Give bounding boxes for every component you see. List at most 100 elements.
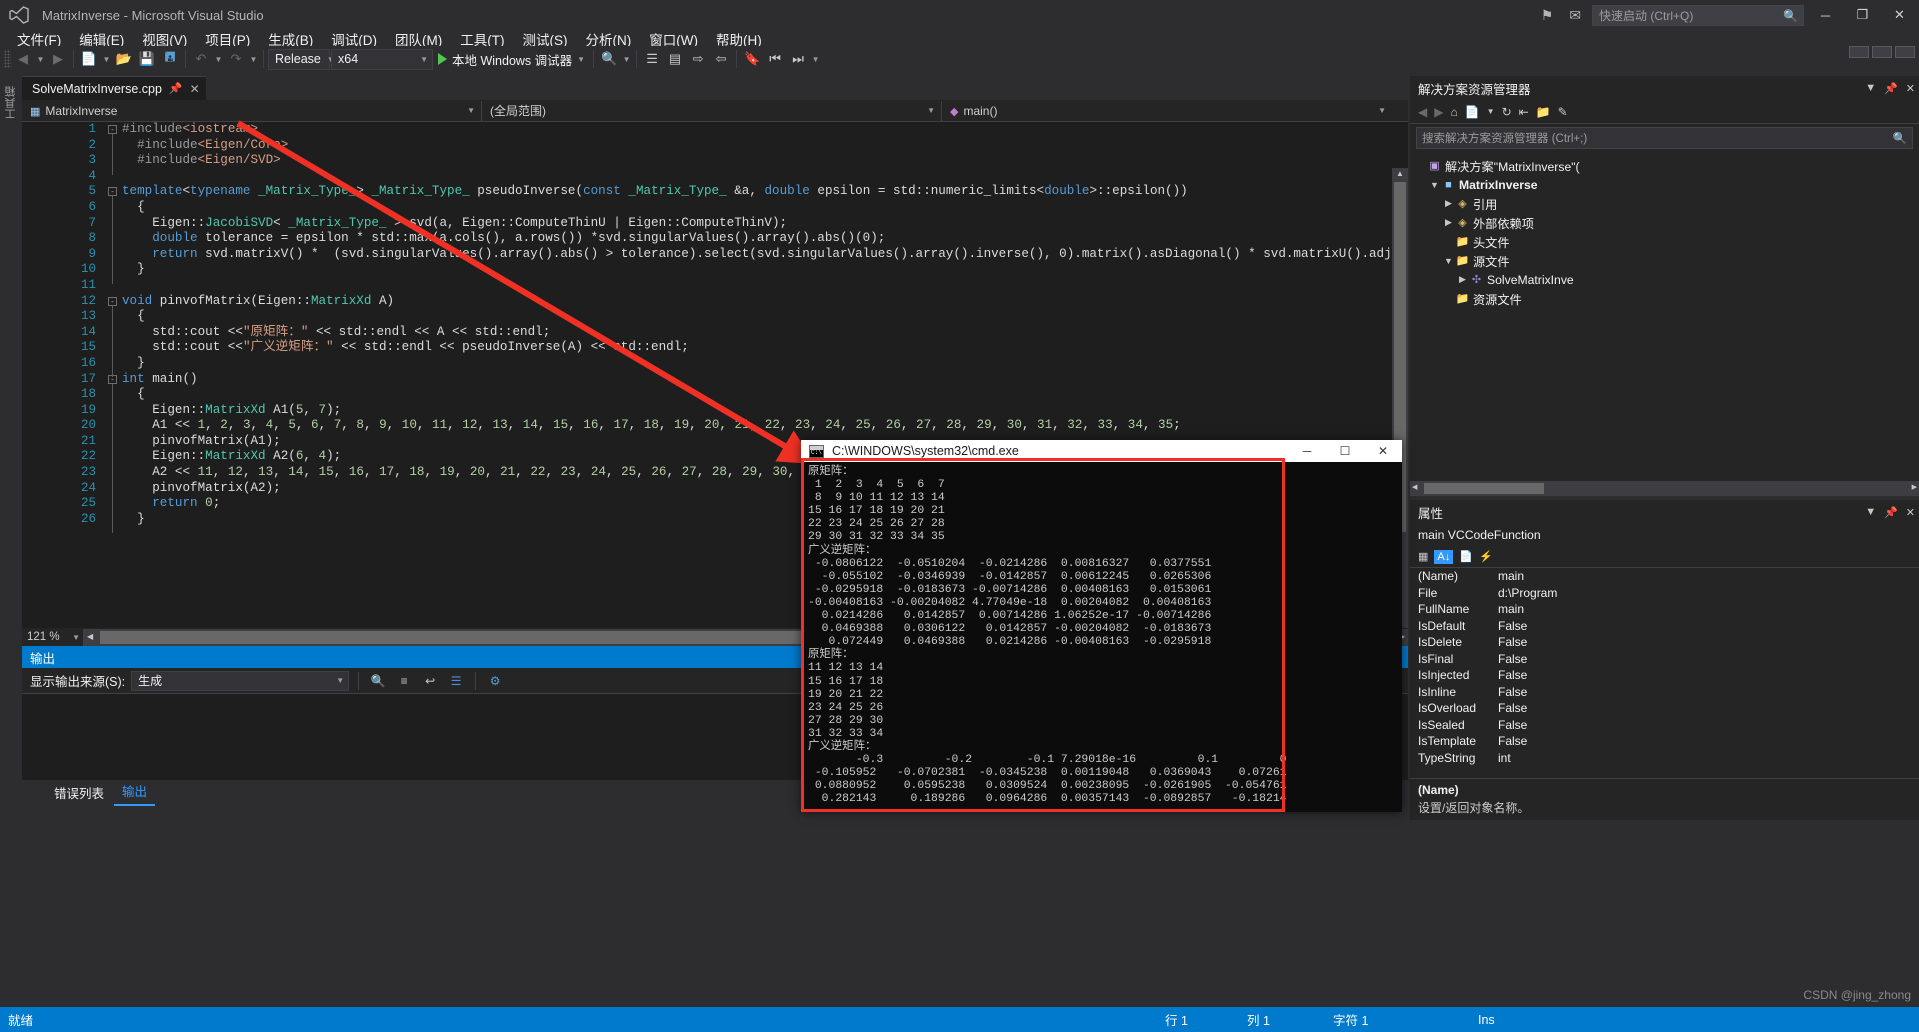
property-row-1[interactable]: File d:\Program — [1410, 585, 1919, 602]
property-value[interactable]: False — [1498, 635, 1527, 649]
tree-node-0[interactable]: ▣ 解决方案"MatrixInverse"( — [1414, 156, 1919, 175]
save-all-icon[interactable]: 🖪 — [159, 48, 181, 70]
redo-icon[interactable]: ↷ — [225, 48, 247, 70]
chevron-down-icon[interactable]: ▼ — [213, 55, 224, 64]
property-value[interactable]: False — [1498, 652, 1527, 666]
tab-output[interactable]: 输出 — [114, 778, 156, 806]
notification-icon[interactable]: ✉ — [1564, 7, 1586, 24]
property-row-10[interactable]: IsTemplate False — [1410, 733, 1919, 750]
bookmark-icon[interactable]: 🔖 — [741, 48, 763, 70]
quick-launch-input[interactable]: 快速启动 (Ctrl+Q) 🔍 — [1592, 4, 1804, 26]
navbar-member-select[interactable]: ◆ main() ▼ — [942, 100, 1392, 121]
home-icon[interactable]: ⌂ — [1450, 105, 1457, 119]
property-row-5[interactable]: IsFinal False — [1410, 651, 1919, 668]
property-value[interactable]: main — [1498, 602, 1524, 616]
solution-explorer-horizontal-scrollbar[interactable]: ◀ ▶ — [1410, 481, 1919, 496]
chevron-down-icon[interactable]: ▼ — [1865, 506, 1876, 518]
close-icon[interactable]: ✕ — [190, 82, 200, 96]
cmd-console-window[interactable]: C:\WINDOWS\system32\cmd.exe ─ ☐ ✕ 原矩阵： 1… — [801, 440, 1402, 812]
chevron-down-icon[interactable]: ▼ — [1428, 180, 1441, 190]
outlining-toggle[interactable]: - — [108, 125, 117, 134]
chevron-down-icon[interactable]: ▼ — [101, 55, 112, 64]
property-row-0[interactable]: (Name) main — [1410, 568, 1919, 585]
scroll-left-icon[interactable]: ◀ — [87, 632, 93, 641]
property-value[interactable]: False — [1498, 619, 1527, 633]
property-value[interactable]: False — [1498, 701, 1527, 715]
close-icon[interactable]: ✕ — [1906, 82, 1915, 95]
chevron-right-icon[interactable]: ▶ — [1456, 274, 1469, 285]
tree-node-2[interactable]: ▶ ◈ 引用 — [1414, 194, 1919, 213]
navbar-project-select[interactable]: ▦ MatrixInverse ▼ — [22, 100, 482, 121]
property-value[interactable]: False — [1498, 734, 1527, 748]
sort-alphabetical-icon[interactable]: A↓ — [1434, 549, 1454, 564]
property-value[interactable]: False — [1498, 718, 1527, 732]
uncomment-icon[interactable]: ▤ — [664, 48, 686, 70]
tab-error-list[interactable]: 错误列表 — [46, 780, 112, 806]
word-wrap-icon[interactable]: ↩ — [420, 671, 440, 691]
solution-platform-select[interactable]: x64 ▼ — [331, 48, 433, 70]
zoom-level-select[interactable]: 121 % ▼ — [22, 628, 84, 646]
chevron-down-icon[interactable]: ▼ — [1487, 107, 1495, 116]
go-to-message-icon[interactable]: ☰ — [446, 671, 466, 691]
solution-configuration-select[interactable]: Release ▼ — [268, 48, 335, 70]
tree-node-1[interactable]: ▼ ■ MatrixInverse — [1414, 175, 1919, 194]
comment-icon[interactable]: ☰ — [641, 48, 663, 70]
scroll-right-icon[interactable]: ▶ — [1912, 483, 1917, 491]
outlining-toggle[interactable]: - — [108, 296, 117, 306]
chevron-down-icon[interactable]: ▼ — [621, 55, 632, 64]
tree-node-5[interactable]: ▼ 📁 源文件 — [1414, 251, 1919, 270]
solution-tree[interactable]: ▣ 解决方案"MatrixInverse"(▼ ■ MatrixInverse ▶ ◈ 引用… — [1410, 152, 1919, 308]
chevron-down-icon[interactable]: ▼ — [577, 55, 585, 64]
pin-icon[interactable]: 📌 — [1884, 506, 1898, 519]
save-icon[interactable]: 💾 — [136, 48, 158, 70]
output-settings-icon[interactable]: ⚙ — [485, 671, 505, 691]
layout-icon-3[interactable] — [1895, 46, 1915, 58]
console-minimize-button[interactable]: ─ — [1288, 440, 1326, 462]
property-row-4[interactable]: IsDelete False — [1410, 634, 1919, 651]
toolbox-tab[interactable]: 工具箱 — [3, 86, 19, 120]
property-row-2[interactable]: FullName main — [1410, 601, 1919, 618]
open-file-icon[interactable]: 📂 — [113, 48, 135, 70]
navigate-forward-icon[interactable]: ▶ — [47, 48, 69, 70]
document-tab-solvematrixinverse[interactable]: SolveMatrixInverse.cpp 📌 ✕ — [22, 76, 206, 100]
layout-icon-2[interactable] — [1872, 46, 1892, 58]
property-row-11[interactable]: TypeString int — [1410, 750, 1919, 767]
property-row-7[interactable]: IsInline False — [1410, 684, 1919, 701]
console-maximize-button[interactable]: ☐ — [1326, 440, 1364, 462]
properties-icon[interactable]: 📄 — [1459, 550, 1473, 563]
tree-node-7[interactable]: 📁 资源文件 — [1414, 289, 1919, 308]
chevron-down-icon[interactable]: ▼ — [35, 55, 46, 64]
property-value[interactable]: int — [1498, 751, 1511, 765]
pin-icon[interactable]: 📌 — [169, 82, 183, 95]
start-debugging-button[interactable]: 本地 Windows 调试器 ▼ — [434, 48, 589, 70]
clear-all-icon[interactable]: ≡ — [394, 671, 414, 691]
refresh-icon[interactable]: ↻ — [1502, 105, 1512, 119]
find-icon[interactable]: 🔍 — [368, 671, 388, 691]
navigate-back-icon[interactable]: ◀ — [12, 48, 34, 70]
tree-node-6[interactable]: ▶ ✣ SolveMatrixInve — [1414, 270, 1919, 289]
layout-icon-1[interactable] — [1849, 46, 1869, 58]
toolbar-grip[interactable] — [4, 50, 11, 68]
minimize-button[interactable]: ─ — [1810, 1, 1841, 29]
back-icon[interactable]: ◀ — [1418, 105, 1427, 119]
property-row-9[interactable]: IsSealed False — [1410, 717, 1919, 734]
show-all-files-icon[interactable]: 📁 — [1536, 105, 1551, 119]
outdent-icon[interactable]: ⇦ — [710, 48, 732, 70]
indent-icon[interactable]: ⇨ — [687, 48, 709, 70]
maximize-button[interactable]: ❐ — [1847, 1, 1878, 29]
property-value[interactable]: d:\Program — [1498, 586, 1557, 600]
new-item-icon[interactable]: 📄 — [78, 48, 100, 70]
output-source-select[interactable]: 生成 ▼ — [131, 670, 350, 691]
undo-icon[interactable]: ↶ — [190, 48, 212, 70]
forward-icon[interactable]: ▶ — [1434, 105, 1443, 119]
feedback-icon[interactable]: ⚑ — [1536, 7, 1559, 24]
close-icon[interactable]: ✕ — [1906, 506, 1915, 519]
chevron-down-icon[interactable]: ▼ — [810, 55, 821, 64]
property-row-8[interactable]: IsOverload False — [1410, 700, 1919, 717]
tree-node-3[interactable]: ▶ ◈ 外部依赖项 — [1414, 213, 1919, 232]
scroll-up-icon[interactable]: ▲ — [1396, 169, 1404, 178]
property-row-6[interactable]: IsInjected False — [1410, 667, 1919, 684]
chevron-down-icon[interactable]: ▼ — [248, 55, 259, 64]
scroll-left-icon[interactable]: ◀ — [1412, 483, 1417, 491]
view-code-icon[interactable]: ✎ — [1558, 105, 1568, 119]
